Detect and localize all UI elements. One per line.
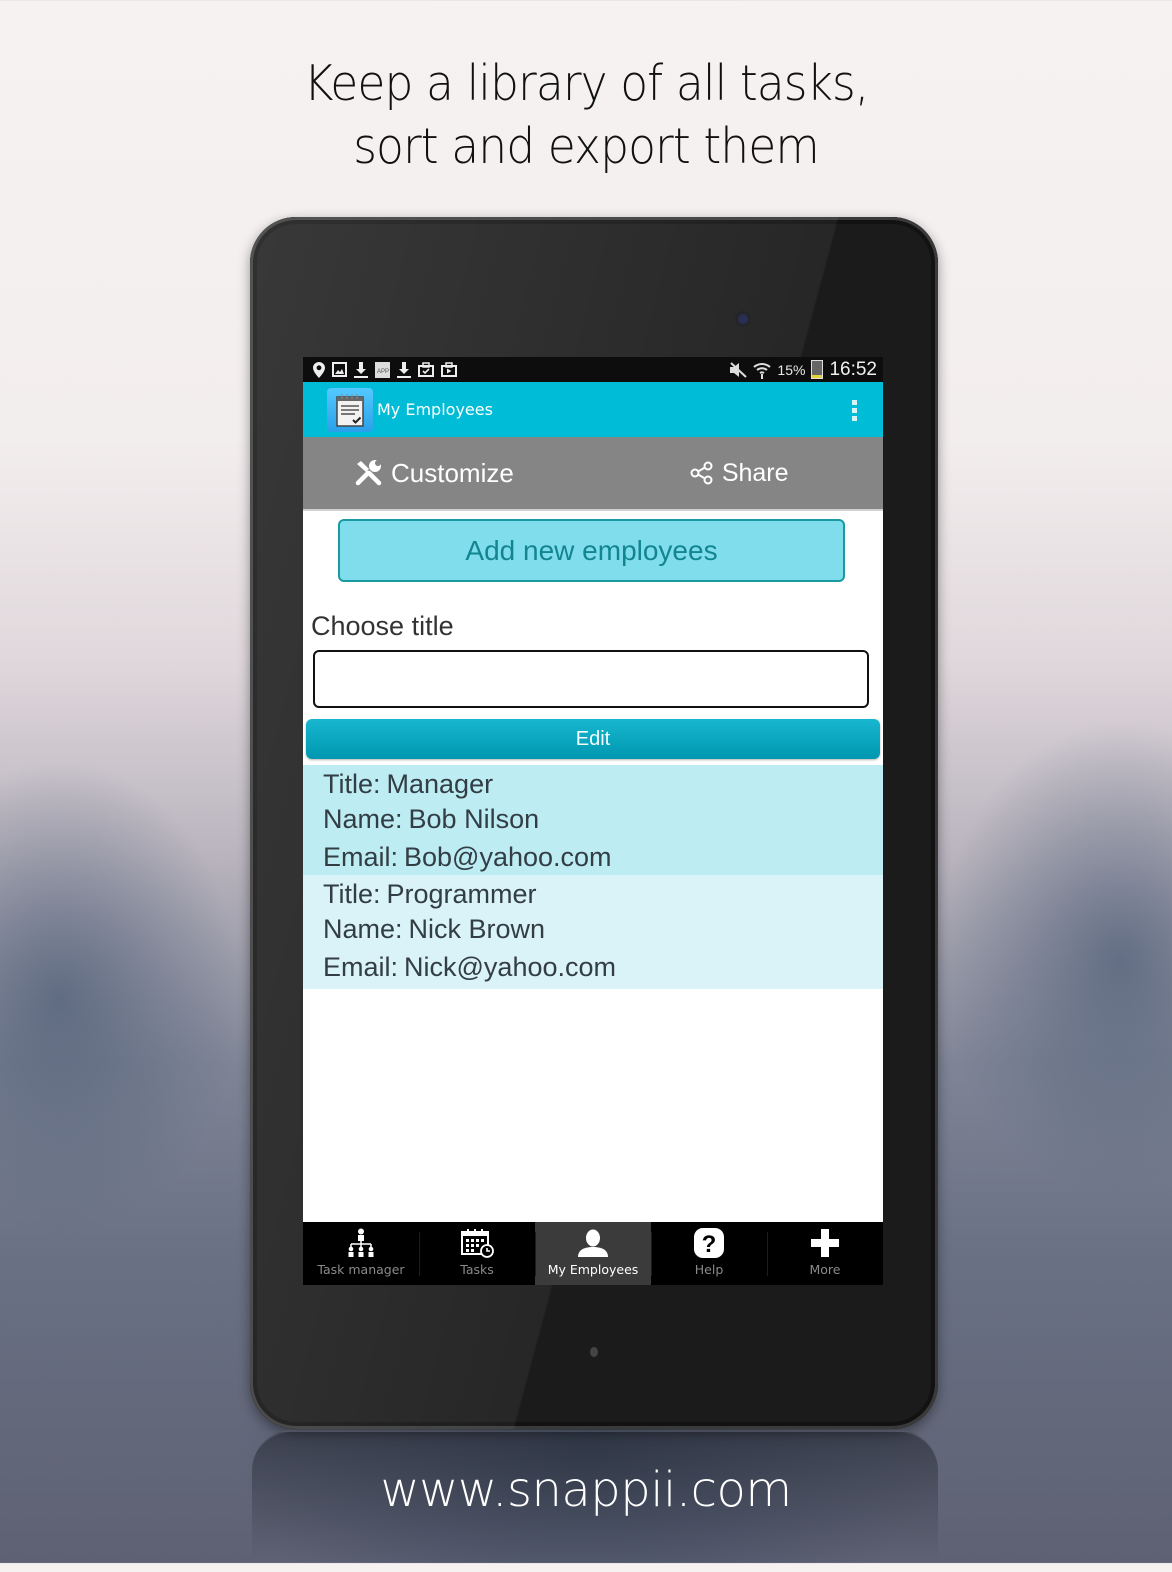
edit-button[interactable]: Edit: [306, 719, 880, 759]
svg-text:APP: APP: [377, 369, 389, 375]
toolbar: Customize Share: [303, 437, 883, 511]
battery-icon: [811, 360, 824, 379]
download-icon: [397, 361, 411, 378]
image-icon: [332, 362, 347, 377]
website-url: www.snappii.com: [380, 1462, 792, 1518]
employee-list-item[interactable]: Title: Programmer Name: Nick Brown Email: N…: [303, 875, 883, 989]
action-bar: My Employees: [303, 382, 883, 437]
nav-task-manager[interactable]: Task manager: [303, 1222, 419, 1285]
location-icon: [313, 361, 325, 378]
mute-icon: [730, 361, 748, 378]
person-icon: [578, 1229, 608, 1257]
add-new-employees-button[interactable]: Add new employees: [338, 519, 845, 582]
app-screen: APP 15% 16:52 My Employees Customize Sha…: [303, 357, 883, 1285]
share-icon: [690, 461, 713, 485]
title-input[interactable]: [313, 650, 869, 708]
download-icon: [354, 361, 368, 378]
employee-title-row: Title: Manager: [323, 767, 883, 802]
svg-text:?: ?: [702, 1231, 717, 1258]
nav-label: My Employees: [547, 1262, 639, 1277]
wrench-screwdriver-icon: [355, 460, 382, 486]
choose-title-label: Choose title: [311, 611, 454, 641]
screen-title: My Employees: [377, 400, 493, 419]
notification-icons: APP: [313, 361, 457, 378]
employee-name: Nick Brown: [408, 914, 546, 944]
headline-line-1: Keep a library of all tasks,: [303, 55, 870, 112]
nav-tasks[interactable]: Tasks: [419, 1222, 535, 1285]
employee-name-row: Name: Bob Nilson: [323, 802, 883, 837]
nav-help[interactable]: ? Help: [651, 1222, 767, 1285]
employee-name-row: Name: Nick Brown: [323, 912, 883, 947]
notepad-checklist-icon: [336, 393, 364, 427]
tablet-device: APP 15% 16:52 My Employees Customize Sha…: [250, 217, 938, 1429]
battery-percent: 15%: [777, 361, 806, 378]
headline-line-2: sort and export them: [353, 118, 820, 175]
email-key: Email:: [323, 842, 399, 872]
nav-label: Task manager: [317, 1262, 405, 1277]
overflow-menu-icon[interactable]: [852, 400, 857, 421]
employee-title: Programmer: [386, 879, 537, 909]
employee-title: Manager: [386, 769, 494, 799]
share-label: Share: [721, 458, 789, 487]
employee-title-row: Title: Programmer: [323, 877, 883, 912]
system-indicators: 15% 16:52: [729, 359, 877, 381]
status-time: 16:52: [829, 358, 877, 380]
tablet-sensor: [590, 1347, 598, 1357]
customize-button[interactable]: Customize: [355, 458, 514, 489]
title-key: Title:: [323, 879, 381, 909]
employee-list: Title: Manager Name: Bob Nilson Email: Bob@…: [303, 765, 883, 989]
title-key: Title:: [323, 769, 381, 799]
nav-more[interactable]: More: [767, 1222, 883, 1285]
nav-label: Help: [694, 1262, 724, 1277]
plus-icon: [811, 1229, 839, 1257]
nav-label: Tasks: [460, 1262, 494, 1277]
calendar-clock-icon: [461, 1229, 494, 1258]
briefcase-play-icon: [441, 362, 457, 377]
customize-label: Customize: [391, 457, 514, 488]
employee-email-row: Email: Nick@yahoo.com: [323, 950, 883, 985]
employee-email: Nick@yahoo.com: [404, 952, 616, 982]
name-key: Name:: [323, 914, 403, 944]
employee-name: Bob Nilson: [408, 804, 540, 834]
battery-fill: [812, 375, 823, 378]
app-icon: APP: [375, 361, 390, 378]
briefcase-check-icon: [418, 362, 434, 377]
employee-email: Bob@yahoo.com: [404, 842, 612, 872]
org-chart-icon: [348, 1228, 374, 1257]
name-key: Name:: [323, 804, 403, 834]
app-logo[interactable]: [327, 387, 373, 432]
email-key: Email:: [323, 952, 399, 982]
nav-label: More: [809, 1262, 841, 1277]
bottom-navigation: Task manager Tasks My Employees ? Help M…: [303, 1222, 883, 1285]
front-camera: [735, 311, 751, 327]
status-bar: APP 15% 16:52: [303, 357, 883, 382]
employee-email-row: Email: Bob@yahoo.com: [323, 840, 883, 875]
help-icon: ?: [694, 1228, 724, 1258]
promo-headline: Keep a library of all tasks, sort and ex…: [41, 52, 1131, 178]
nav-my-employees[interactable]: My Employees: [535, 1222, 651, 1285]
employee-list-item[interactable]: Title: Manager Name: Bob Nilson Email: Bob@…: [303, 765, 883, 875]
wifi-icon: [753, 362, 772, 379]
share-button[interactable]: Share: [690, 459, 789, 488]
